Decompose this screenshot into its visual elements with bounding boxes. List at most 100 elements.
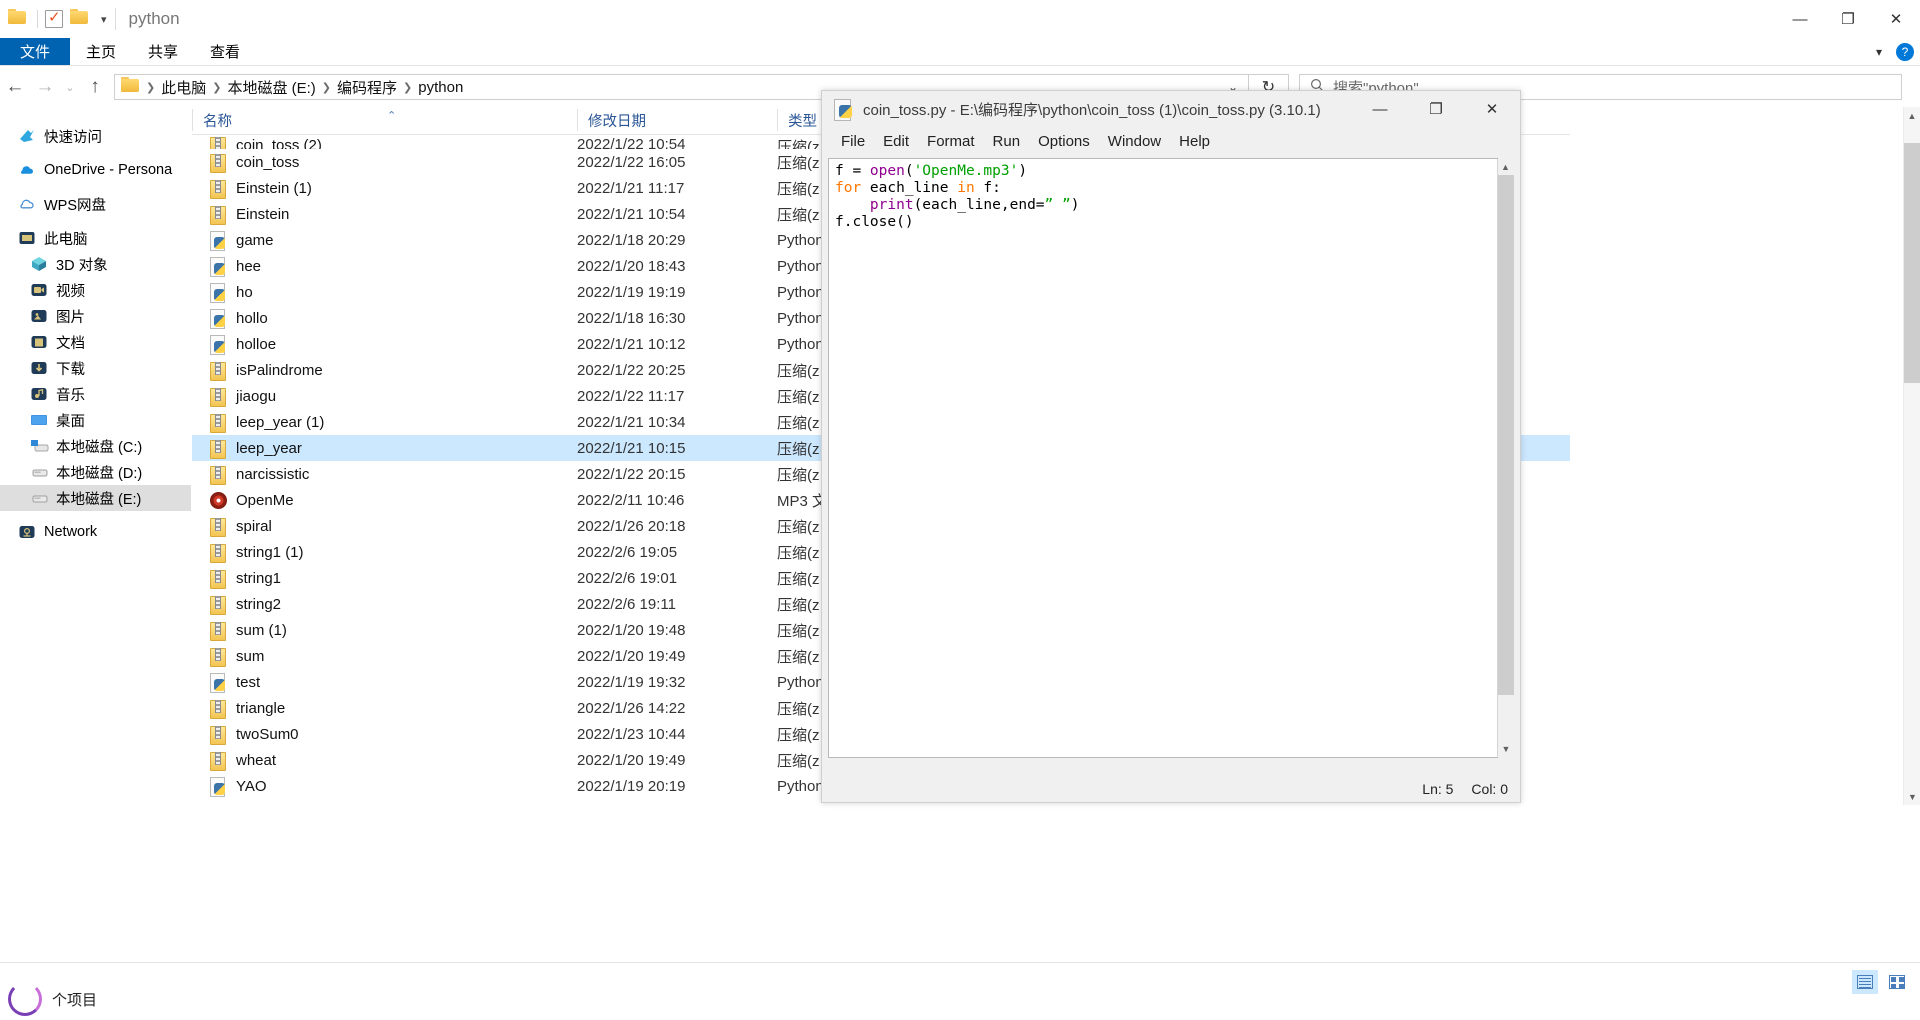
file-name: triangle (236, 699, 286, 717)
column-header-date[interactable]: 修改日期 (577, 109, 777, 131)
scrollbar-thumb[interactable] (1904, 143, 1920, 383)
sidebar-item-6[interactable]: 图片 (0, 303, 191, 329)
scrollbar-thumb[interactable] (1498, 175, 1514, 695)
minimize-button[interactable]: — (1776, 0, 1824, 38)
file-name-cell: string1 (192, 569, 577, 589)
idle-menu-options[interactable]: Options (1029, 133, 1099, 150)
scroll-down-icon[interactable]: ▼ (1498, 741, 1514, 757)
column-header-name[interactable]: 名称 (192, 109, 577, 131)
file-name-cell: leep_year (1) (192, 413, 577, 433)
file-name: narcissistic (236, 465, 310, 483)
tiles-view-icon[interactable] (1884, 970, 1910, 994)
file-date: 2022/2/6 19:05 (577, 543, 678, 561)
sidebar-item-label: 本地磁盘 (E:) (56, 491, 142, 508)
file-name-cell: leep_year (192, 439, 577, 459)
sidebar-item-label: 音乐 (56, 387, 85, 404)
code-token: for (835, 180, 862, 196)
file-date: 2022/1/22 10:54 (577, 136, 686, 149)
file-name: spiral (236, 517, 272, 535)
sidebar-item-2[interactable]: WPS网盘 (0, 191, 191, 217)
sidebar-item-5[interactable]: 视频 (0, 277, 191, 303)
up-button[interactable]: ↑ (80, 76, 110, 98)
file-date: 2022/1/21 10:34 (577, 413, 686, 431)
idle-menu-help[interactable]: Help (1170, 133, 1219, 150)
scroll-up-icon[interactable]: ▲ (1498, 159, 1513, 175)
breadcrumb-separator: ❯ (403, 81, 413, 94)
videos-icon (30, 281, 48, 299)
idle-scrollbar[interactable]: ▲ ▼ (1497, 159, 1514, 757)
close-button[interactable]: ✕ (1872, 0, 1920, 38)
tab-home[interactable]: 主页 (70, 38, 132, 65)
scroll-up-icon[interactable]: ▲ (1904, 107, 1920, 124)
zip-file-icon (209, 413, 226, 433)
breadcrumb-item-0[interactable]: 此电脑 (156, 77, 211, 98)
file-name-cell: Einstein (1) (192, 179, 577, 199)
recent-locations-button[interactable]: ⌄ (60, 81, 80, 94)
breadcrumb-item-3[interactable]: python (413, 79, 468, 96)
breadcrumb-separator: ❯ (321, 81, 332, 94)
file-name: hollo (236, 309, 268, 327)
file-name: twoSum0 (236, 725, 299, 743)
zip-file-icon (209, 179, 226, 199)
file-date: 2022/1/19 19:19 (577, 283, 686, 301)
new-folder-icon[interactable] (70, 8, 92, 30)
idle-menu-edit[interactable]: Edit (874, 133, 918, 150)
tab-share[interactable]: 共享 (132, 38, 194, 65)
bottom-left-task[interactable]: 个项目 (0, 978, 230, 1020)
file-name: Einstein (1) (236, 179, 312, 197)
maximize-button[interactable]: ❐ (1824, 0, 1872, 38)
line-indicator: Ln: 5 (1422, 781, 1454, 797)
sidebar-item-8[interactable]: 下载 (0, 355, 191, 381)
breadcrumb-separator: ❯ (146, 81, 156, 94)
idle-menu-window[interactable]: Window (1099, 133, 1170, 150)
idle-close-button[interactable]: ✕ (1464, 91, 1520, 127)
zip-file-icon (209, 387, 226, 407)
file-date: 2022/1/21 10:54 (577, 205, 686, 223)
details-view-icon[interactable] (1852, 970, 1878, 994)
file-date: 2022/1/22 16:05 (577, 153, 686, 171)
explorer-scrollbar[interactable]: ▲ ▼ (1903, 107, 1920, 805)
mp3-file-icon (209, 491, 227, 510)
zip-file-icon (209, 647, 226, 667)
checkbox-icon[interactable] (45, 8, 63, 28)
help-icon[interactable]: ? (1896, 43, 1914, 61)
breadcrumb-item-2[interactable]: 编码程序 (332, 77, 402, 98)
sidebar-item-3[interactable]: 此电脑 (0, 225, 191, 251)
idle-menu-file[interactable]: File (832, 133, 874, 150)
file-name: string1 (1) (236, 543, 304, 561)
file-name-cell: string1 (1) (192, 543, 577, 563)
sidebar-item-13[interactable]: 本地磁盘 (E:) (0, 485, 191, 511)
sidebar-item-14[interactable]: Network (0, 519, 191, 545)
sidebar-item-4[interactable]: 3D 对象 (0, 251, 191, 277)
chevron-down-icon[interactable]: ▾ (99, 13, 109, 26)
idle-menu-format[interactable]: Format (918, 133, 984, 150)
code-editor[interactable]: f = open('OpenMe.mp3') for each_line in f… (828, 158, 1498, 758)
breadcrumb-item-1[interactable]: 本地磁盘 (E:) (222, 77, 320, 98)
sidebar-item-11[interactable]: 本地磁盘 (C:) (0, 433, 191, 459)
idle-maximize-button[interactable]: ❐ (1408, 91, 1464, 127)
scroll-down-icon[interactable]: ▼ (1904, 788, 1920, 805)
tab-file[interactable]: 文件 (0, 38, 70, 65)
file-date: 2022/1/19 20:19 (577, 777, 686, 795)
sidebar-item-0[interactable]: 快速访问 (0, 123, 191, 149)
sidebar-item-label: 桌面 (56, 413, 85, 430)
folder-icon[interactable] (8, 8, 30, 30)
tab-view[interactable]: 查看 (194, 38, 256, 65)
sidebar-item-7[interactable]: 文档 (0, 329, 191, 355)
file-name: holloe (236, 335, 277, 353)
code-line: print(each_line,end=” ”) (835, 197, 1491, 214)
back-button[interactable]: ← (0, 76, 30, 98)
this-pc-icon (18, 229, 36, 247)
zip-file-icon (209, 517, 226, 537)
sidebar-item-12[interactable]: 本地磁盘 (D:) (0, 459, 191, 485)
sidebar-item-1[interactable]: OneDrive - Persona (0, 157, 191, 183)
sidebar-item-10[interactable]: 桌面 (0, 407, 191, 433)
idle-menu-run[interactable]: Run (984, 133, 1030, 150)
file-date: 2022/1/20 19:49 (577, 751, 686, 769)
chevron-down-icon[interactable]: ▾ (1876, 45, 1882, 59)
forward-button[interactable]: → (30, 76, 60, 98)
zip-file-icon (209, 543, 226, 563)
windows-drive-icon (30, 437, 49, 455)
idle-minimize-button[interactable]: — (1352, 91, 1408, 127)
sidebar-item-9[interactable]: 音乐 (0, 381, 191, 407)
